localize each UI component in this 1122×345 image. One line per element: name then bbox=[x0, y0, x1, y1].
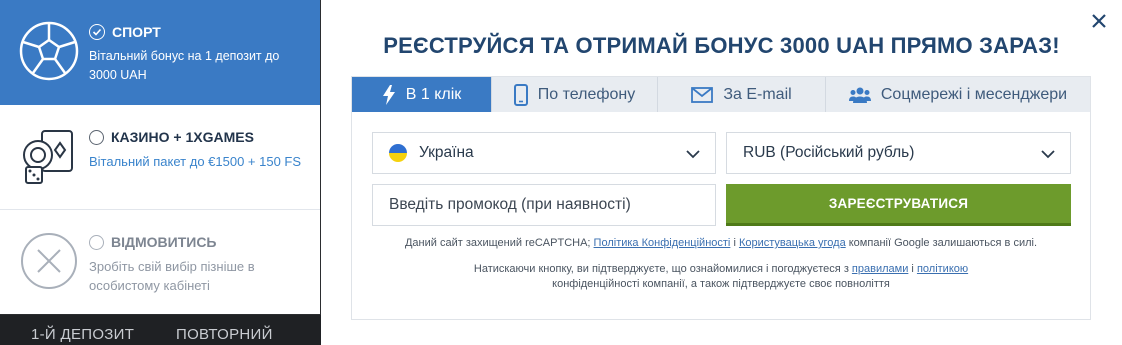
bonus-option-sport[interactable]: СПОРТ Вітальний бонус на 1 депозит до 30… bbox=[0, 0, 320, 105]
terms-text-and: і bbox=[911, 263, 914, 275]
background-tabs: 1-Й ДЕПОЗИТ ПОВТОРНИЙ ДЕПОЗ bbox=[0, 315, 330, 345]
promo-code-placeholder: Введіть промокод (при наявності) bbox=[389, 196, 631, 213]
chevron-down-icon bbox=[1041, 150, 1055, 159]
ukraine-flag-icon bbox=[389, 144, 407, 162]
background-tab-repeat-deposit: ПОВТОРНИЙ ДЕПОЗ bbox=[176, 326, 273, 345]
bonus-panel: СПОРТ Вітальний бонус на 1 депозит до 30… bbox=[0, 0, 320, 314]
phone-icon bbox=[513, 83, 528, 106]
register-button[interactable]: ЗАРЕЄСТРУВАТИСЯ bbox=[726, 184, 1071, 226]
tab-one-click-label: В 1 клік bbox=[405, 85, 462, 103]
tab-phone-label: По телефону bbox=[537, 85, 636, 103]
privacy-link[interactable]: політикою bbox=[917, 263, 968, 275]
casino-chips-cards-icon bbox=[23, 130, 73, 184]
bonus-option-casino[interactable]: КАЗИНО + 1XGAMES Вітальний пакет до €150… bbox=[0, 105, 320, 210]
user-agreement-link[interactable]: Користувацька угода bbox=[739, 237, 846, 249]
lightning-icon bbox=[382, 84, 395, 105]
bonus-title-casino-label: КАЗИНО + 1XGAMES bbox=[111, 129, 254, 145]
registration-modal: РЕЄСТРУЙСЯ ТА ОТРИМАЙ БОНУС 3000 UAH ПРЯ… bbox=[321, 0, 1122, 345]
modal-heading: РЕЄСТРУЙСЯ ТА ОТРИМАЙ БОНУС 3000 UAH ПРЯ… bbox=[383, 33, 1060, 58]
bonus-title-refuse-label: ВІДМОВИТИСЬ bbox=[111, 234, 217, 250]
country-value: Україна bbox=[419, 144, 474, 161]
tab-email-label: За E-mail bbox=[723, 85, 792, 103]
bonus-title-casino: КАЗИНО + 1XGAMES bbox=[89, 129, 254, 145]
radio-icon[interactable] bbox=[89, 234, 104, 250]
radio-icon[interactable] bbox=[89, 129, 104, 145]
tab-phone[interactable]: По телефону bbox=[492, 77, 658, 112]
bonus-title-sport-label: СПОРТ bbox=[112, 24, 161, 40]
terms-notice: Натискаючи кнопку, ви підтверджуєте, що … bbox=[352, 262, 1090, 292]
currency-select[interactable]: RUB (Російський рубль) bbox=[726, 132, 1071, 174]
soccer-ball-icon bbox=[19, 21, 79, 81]
recaptcha-text-b: компанії Google залишаються в силі. bbox=[848, 237, 1038, 249]
tab-social-label: Соцмережі і месенджери bbox=[880, 85, 1068, 103]
rules-link[interactable]: правилами bbox=[852, 263, 908, 275]
chevron-down-icon bbox=[686, 150, 700, 159]
bonus-option-refuse[interactable]: ВІДМОВИТИСЬ Зробіть свій вибір пізніше в… bbox=[0, 210, 320, 314]
background-tab-first-deposit: 1-Й ДЕПОЗИТ bbox=[31, 326, 135, 343]
registration-tabs: В 1 клік По телефону За E-mail Соцмережі… bbox=[352, 77, 1090, 112]
terms-text-b: конфіденційності компанії, а також підтв… bbox=[552, 278, 890, 290]
bonus-title-sport: СПОРТ bbox=[89, 24, 161, 40]
recaptcha-notice: Даний сайт захищений reCAPTCHA; Політика… bbox=[352, 236, 1090, 251]
users-icon bbox=[848, 87, 871, 103]
close-circle-icon bbox=[21, 233, 77, 289]
tab-social[interactable]: Соцмережі і месенджери bbox=[826, 77, 1090, 112]
recaptcha-text-a: Даний сайт захищений reCAPTCHA; bbox=[404, 237, 591, 249]
privacy-policy-link[interactable]: Політика Конфіденційності bbox=[594, 237, 731, 249]
envelope-icon bbox=[691, 86, 714, 103]
tab-one-click[interactable]: В 1 клік bbox=[352, 77, 492, 112]
tab-email[interactable]: За E-mail bbox=[658, 77, 826, 112]
country-select[interactable]: Україна bbox=[372, 132, 716, 174]
bonus-title-refuse: ВІДМОВИТИСЬ bbox=[89, 234, 217, 250]
registration-form: В 1 клік По телефону За E-mail Соцмережі… bbox=[351, 76, 1091, 320]
close-icon[interactable] bbox=[1088, 10, 1110, 32]
bonus-desc-sport: Вітальний бонус на 1 депозит до 3000 UAH bbox=[89, 49, 280, 82]
bonus-desc-refuse: Зробіть свій вибір пізніше в особистому … bbox=[89, 259, 255, 293]
terms-text-a: Натискаючи кнопку, ви підтверджуєте, що … bbox=[473, 263, 849, 275]
bonus-desc-casino: Вітальний пакет до €1500 + 150 FS bbox=[89, 154, 302, 169]
promo-code-input[interactable]: Введіть промокод (при наявності) bbox=[372, 184, 716, 226]
currency-value: RUB (Російський рубль) bbox=[743, 144, 915, 161]
checked-radio-icon[interactable] bbox=[89, 24, 105, 40]
recaptcha-text-and: і bbox=[733, 237, 736, 249]
